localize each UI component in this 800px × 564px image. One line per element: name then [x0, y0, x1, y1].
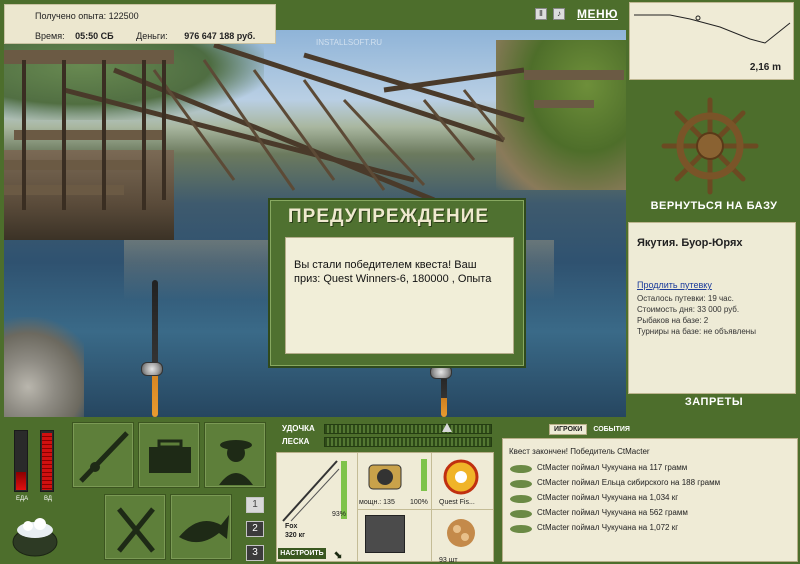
reel-icon[interactable] — [365, 459, 405, 495]
bait-icon[interactable] — [443, 515, 479, 551]
bait-count: 93 шт — [439, 557, 458, 564]
fisherman-tile[interactable] — [204, 422, 266, 488]
food-tile[interactable] — [104, 494, 166, 560]
fish-icon — [510, 495, 532, 503]
tab-events[interactable]: СОБЫТИЯ — [591, 424, 632, 435]
food-label: ЕДА — [16, 496, 29, 502]
fish-icon — [510, 480, 532, 488]
fisherman-icon — [219, 440, 253, 485]
gear-panel: 93% Fox 320 кг мощн.: 135 100% Quest Fis… — [276, 452, 494, 564]
line-tension-label: ЛЕСКА — [282, 437, 310, 446]
event-item: CtMacter поймал Ельца сибирского на 188 … — [537, 478, 721, 487]
event-item: CtMacter поймал Чукучана на 117 грамм — [537, 463, 688, 472]
ship-wheel-icon[interactable] — [660, 96, 760, 196]
depth-profile: 2,16 m — [629, 2, 794, 80]
empty-slot[interactable] — [365, 515, 405, 553]
line-tension-bar — [324, 437, 492, 447]
rod-name: Fox — [285, 523, 298, 530]
rod-tension-bar — [324, 424, 492, 434]
fish-icon — [510, 510, 532, 518]
experience-row: Получено опыта: 122500 — [35, 11, 139, 21]
tension-sliders: УДОЧКА ЛЕСКА — [278, 421, 496, 449]
money-label: Деньги: — [136, 31, 168, 41]
rod-tool-tile[interactable] — [72, 422, 134, 488]
fish-icon — [510, 525, 532, 533]
event-item: CtMacter поймал Чукучана на 1,034 кг — [537, 493, 679, 502]
drink-label: ВД — [44, 496, 52, 502]
time-value: 05:50 СБ — [75, 31, 114, 41]
dialog-title: ПРЕДУПРЕЖДЕНИЕ — [288, 206, 490, 227]
pause-icon[interactable]: Ⅱ — [535, 8, 547, 20]
location-title: Якутия. Буор-Юрях — [637, 237, 743, 249]
reel-left[interactable] — [141, 362, 163, 376]
page-3-button[interactable]: 3 — [246, 545, 264, 561]
depth-value: 2,16 m — [749, 62, 781, 73]
money-value: 976 647 188 руб. — [184, 31, 256, 41]
rod-icon — [79, 431, 129, 483]
tackle-box-icon — [149, 439, 191, 473]
rod-weight: 320 кг — [285, 532, 306, 539]
fish-tile[interactable] — [170, 494, 232, 560]
food-meter-fill — [16, 472, 26, 490]
tournaments-status: Турниры на базе: не объявлены — [637, 327, 756, 336]
event-item: CtMacter поймал Чукучана на 1,072 кг — [537, 523, 679, 532]
dialog-message: Вы стали победителем квеста! Ваш приз: Q… — [285, 237, 514, 354]
stones — [4, 317, 84, 417]
return-to-base-button[interactable]: ВЕРНУТЬСЯ НА БАЗУ — [630, 200, 798, 212]
arrow-icon[interactable]: ⬊ — [333, 548, 342, 561]
configure-button[interactable]: НАСТРОИТЬ — [278, 548, 326, 559]
time-money-row: Время: 05:50 СБ Деньги: 976 647 188 руб. — [35, 31, 275, 41]
watermark: INSTALLSOFT.RU — [316, 38, 383, 47]
events-header: Квест закончен! Победитель CtMacter — [509, 447, 650, 456]
experience-value: 122500 — [108, 11, 139, 21]
food-meter — [14, 430, 28, 492]
line-name: Quest Fis... — [439, 499, 475, 506]
pot-icon[interactable] — [10, 510, 60, 558]
location-details: Осталось путевки: 19 час. Стоимость дня:… — [637, 293, 756, 337]
game-screen: INSTALLSOFT.RU Получено опыта: 122500 Вр… — [0, 0, 800, 564]
events-tabs: ИГРОКИ СОБЫТИЯ — [549, 424, 632, 435]
rod-tension-row: УДОЧКА — [278, 423, 496, 435]
rod-condition: 93% — [332, 511, 347, 518]
line-tension-row: ЛЕСКА — [278, 436, 496, 448]
tension-marker-icon — [442, 423, 452, 432]
top-icons: Ⅱ ♪ — [535, 8, 565, 20]
gear-divider — [357, 453, 358, 561]
page-2-button[interactable]: 2 — [246, 521, 264, 537]
gear-divider — [431, 453, 432, 561]
reel-condition: 100% — [410, 499, 428, 506]
fish-icon — [510, 465, 532, 473]
page-1-button[interactable]: 1 — [246, 497, 264, 513]
bans-button[interactable]: ЗАПРЕТЫ — [630, 396, 798, 408]
event-item: CtMacter поймал Чукучана на 562 грамм — [537, 508, 688, 517]
tab-players[interactable]: ИГРОКИ — [549, 424, 588, 435]
day-cost: Стоимость дня: 33 000 руб. — [637, 305, 740, 314]
warning-dialog[interactable]: ПРЕДУПРЕЖДЕНИЕ Вы стали победителем квес… — [268, 198, 526, 368]
knife-fork-icon — [117, 507, 155, 553]
anglers-count: Рыбаков на базе: 2 — [637, 316, 709, 325]
reel-power: мощн.: 135 — [359, 499, 395, 506]
rod-tension-label: УДОЧКА — [282, 424, 315, 433]
rod-left[interactable] — [152, 280, 158, 417]
menu-button[interactable]: МЕНЮ — [577, 7, 618, 21]
tackle-box-tile[interactable] — [138, 422, 200, 488]
time-label: Время: — [35, 31, 65, 41]
location-panel: Якутия. Буор-Юрях Продлить путевку Остал… — [628, 222, 796, 394]
experience-label: Получено опыта: — [35, 11, 107, 21]
permit-remaining: Осталось путевки: 19 час. — [637, 294, 734, 303]
events-log: Квест закончен! Победитель CtMacter CtMa… — [502, 438, 798, 562]
line-spool-icon[interactable] — [443, 459, 479, 495]
drink-meter-fill — [42, 433, 52, 490]
sound-icon[interactable]: ♪ — [553, 8, 565, 20]
hud-info-panel: Получено опыта: 122500 Время: 05:50 СБ Д… — [4, 4, 276, 44]
fish-icon — [179, 515, 229, 543]
gear-divider — [357, 509, 493, 510]
extend-permit-link[interactable]: Продлить путевку — [637, 280, 712, 290]
drink-meter — [40, 430, 54, 492]
reel-condition-bar — [421, 459, 427, 491]
